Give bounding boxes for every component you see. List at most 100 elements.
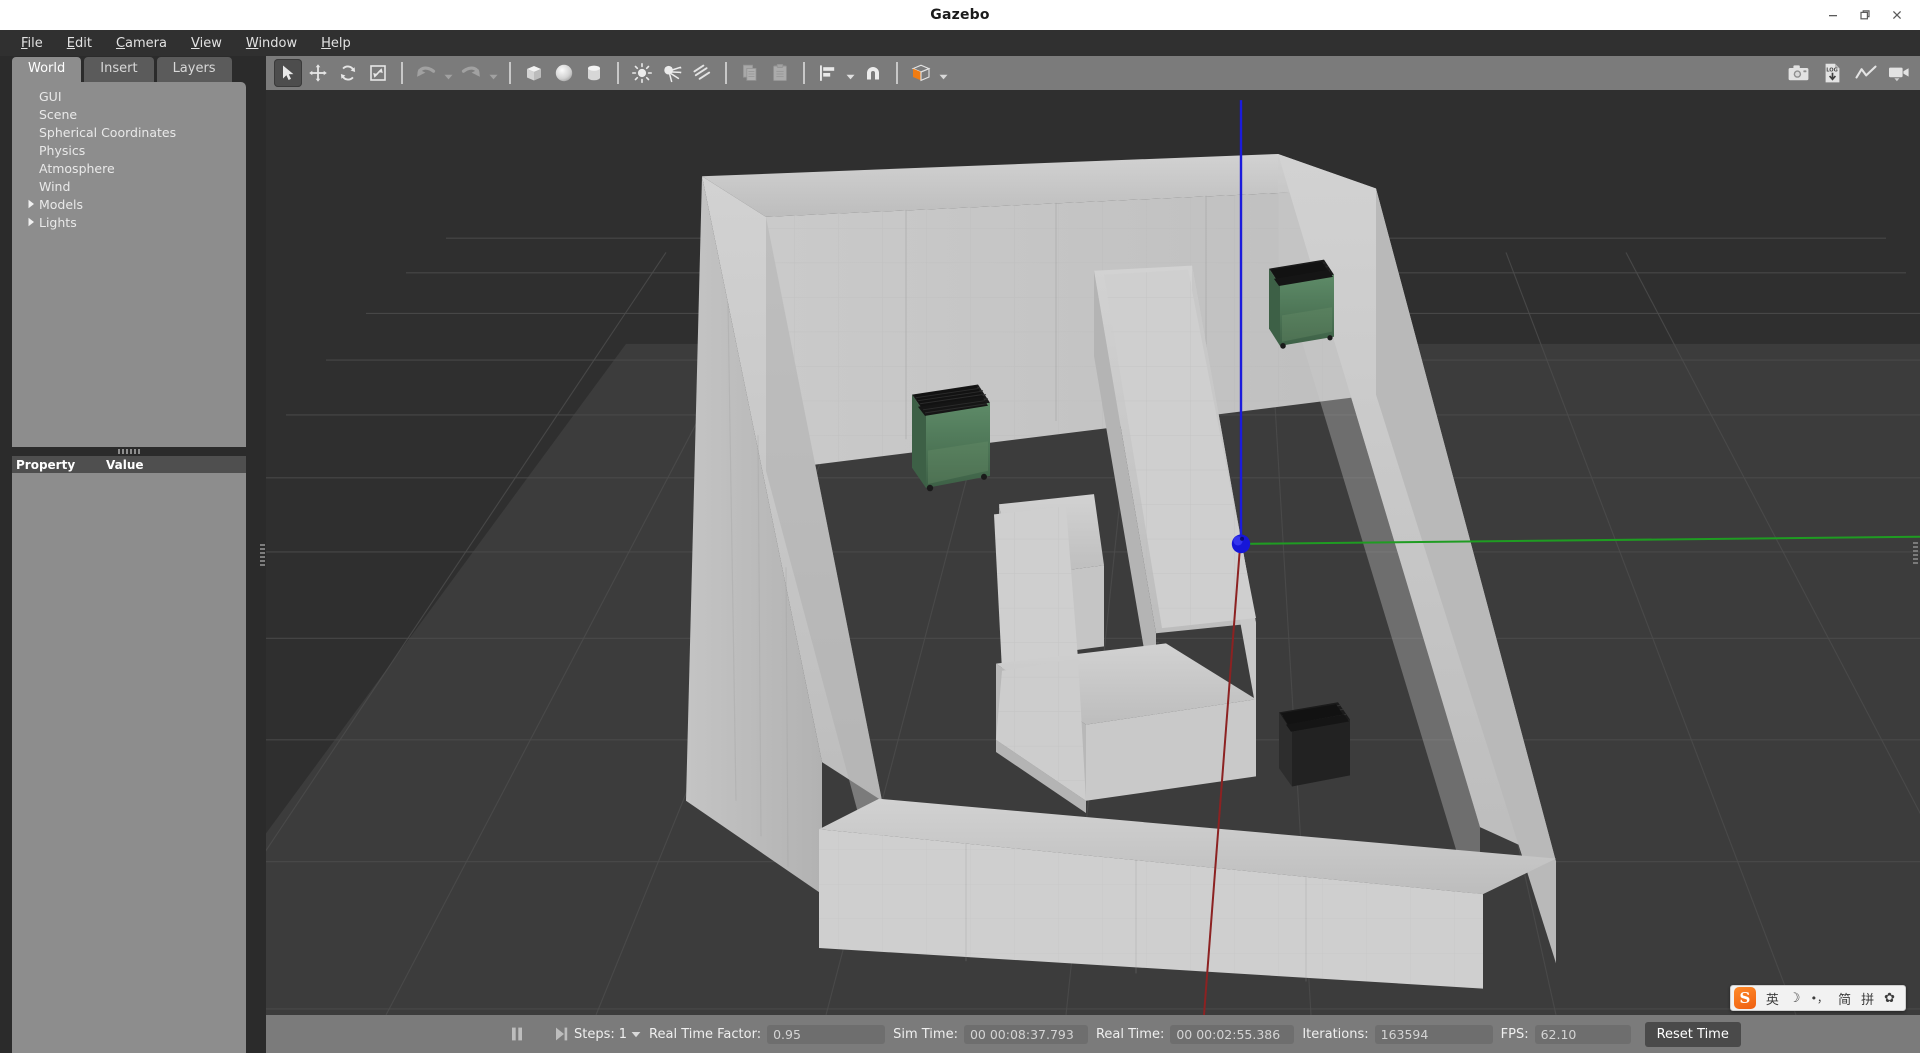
panel-horizontal-splitter[interactable] — [12, 447, 246, 456]
menu-file[interactable]: File — [9, 33, 55, 54]
render-area: LOG Steps: 1 Real Time Factor: 0.95 Sim … — [266, 56, 1920, 1053]
menu-file-rest: ile — [27, 35, 43, 51]
step-forward-button[interactable] — [548, 1021, 574, 1047]
select-mode-button[interactable] — [274, 59, 302, 87]
tree-item-physics[interactable]: Physics — [12, 141, 246, 159]
tree-item-models[interactable]: Models — [12, 195, 246, 213]
tree-item-label: GUI — [39, 88, 62, 104]
ime-moon-icon[interactable]: ☽ — [1789, 991, 1801, 1006]
menu-view[interactable]: View — [179, 33, 234, 54]
insert-spot-light-button[interactable] — [658, 59, 686, 87]
property-column-header: Property — [16, 457, 76, 472]
splitter-grip-icon — [118, 449, 140, 454]
screenshot-button[interactable] — [1784, 59, 1812, 87]
copy-button[interactable] — [736, 59, 764, 87]
menu-help[interactable]: Help — [309, 33, 363, 54]
tab-insert[interactable]: Insert — [84, 56, 154, 82]
scale-mode-button[interactable] — [364, 59, 392, 87]
steps-control[interactable]: Steps: 1 — [574, 1027, 641, 1042]
menu-help-rest: elp — [330, 35, 351, 51]
pause-button[interactable] — [504, 1021, 530, 1047]
tree-item-scene[interactable]: Scene — [12, 105, 246, 123]
menu-camera-rest: amera — [125, 35, 167, 51]
plot-button[interactable] — [1852, 59, 1880, 87]
ime-toolbar: S 英 ☽ •， 简 拼 ✿ — [1729, 985, 1906, 1011]
toolbar-separator — [896, 62, 898, 84]
ime-punctuation-toggle[interactable]: •， — [1811, 990, 1829, 1006]
toolbar-separator — [401, 62, 403, 84]
panel-tab-row: World Insert Layers — [0, 56, 258, 82]
undo-button[interactable] — [412, 59, 440, 87]
dumpster-3 — [1279, 702, 1350, 787]
iterations-value: 163594 — [1374, 1024, 1493, 1044]
menu-camera[interactable]: Camera — [104, 33, 179, 54]
paste-button[interactable] — [766, 59, 794, 87]
tree-item-gui[interactable]: GUI — [12, 87, 246, 105]
window-controls — [1818, 0, 1912, 30]
redo-history-dropdown[interactable] — [487, 59, 500, 87]
sogou-logo-icon[interactable]: S — [1733, 987, 1756, 1009]
minimize-button[interactable] — [1818, 2, 1848, 28]
undo-history-dropdown[interactable] — [442, 59, 455, 87]
fps-label: FPS: — [1500, 1026, 1529, 1042]
maximize-button[interactable] — [1850, 2, 1880, 28]
insert-cylinder-button[interactable] — [580, 59, 608, 87]
tree-item-label: Wind — [39, 178, 71, 194]
tree-item-label: Atmosphere — [39, 160, 115, 176]
align-button[interactable] — [814, 59, 842, 87]
title-bar: Gazebo — [0, 0, 1920, 30]
ime-pinyin-toggle[interactable]: 拼 — [1861, 989, 1874, 1008]
toolbar-separator — [509, 62, 511, 84]
translate-mode-button[interactable] — [304, 59, 332, 87]
align-dropdown[interactable] — [844, 59, 857, 87]
video-record-button[interactable] — [1886, 59, 1914, 87]
splitter-grip-icon — [259, 543, 265, 566]
world-tree: GUI Scene Spherical Coordinates Physics … — [12, 82, 246, 447]
chevron-down-icon[interactable] — [631, 1031, 641, 1038]
ime-language-toggle[interactable]: 英 — [1766, 989, 1779, 1008]
snap-button[interactable] — [859, 59, 887, 87]
insert-box-button[interactable] — [520, 59, 548, 87]
log-record-button[interactable]: LOG — [1818, 59, 1846, 87]
tree-item-lights[interactable]: Lights — [12, 213, 246, 231]
scene-toolbar: LOG — [266, 56, 1920, 90]
iterations-label: Iterations: — [1302, 1026, 1369, 1042]
insert-directional-light-button[interactable] — [688, 59, 716, 87]
ime-settings-icon[interactable]: ✿ — [1884, 991, 1895, 1006]
close-button[interactable] — [1882, 2, 1912, 28]
steps-value: 1 — [618, 1026, 628, 1042]
menu-window[interactable]: Window — [234, 33, 309, 54]
ime-simplified-toggle[interactable]: 简 — [1838, 989, 1851, 1008]
toolbar-separator — [725, 62, 727, 84]
tree-item-label: Physics — [39, 142, 86, 158]
insert-point-light-button[interactable] — [628, 59, 656, 87]
tree-item-wind[interactable]: Wind — [12, 177, 246, 195]
tab-world[interactable]: World — [12, 56, 82, 82]
menu-edit[interactable]: Edit — [55, 33, 104, 54]
chevron-right-icon[interactable] — [24, 215, 38, 229]
tree-item-spherical-coordinates[interactable]: Spherical Coordinates — [12, 123, 246, 141]
property-table: Property Value — [12, 456, 246, 1053]
rotate-mode-button[interactable] — [334, 59, 362, 87]
view-angle-button[interactable] — [907, 59, 935, 87]
tree-item-label: Scene — [39, 106, 78, 122]
menu-window-rest: indow — [258, 35, 298, 51]
view-angle-dropdown[interactable] — [937, 59, 950, 87]
redo-button[interactable] — [457, 59, 485, 87]
3d-viewport[interactable] — [266, 90, 1920, 1015]
chevron-right-icon[interactable] — [24, 197, 38, 211]
tab-layers[interactable]: Layers — [156, 56, 232, 82]
real-time-label: Real Time: — [1095, 1026, 1165, 1042]
sim-time-label: Sim Time: — [893, 1026, 958, 1042]
menu-bar: File Edit Camera View Window Help — [0, 30, 1920, 56]
main-vertical-splitter[interactable] — [258, 56, 266, 1053]
dumpster-1 — [912, 384, 990, 492]
tree-item-label: Models — [39, 196, 84, 212]
menu-edit-rest: dit — [75, 35, 92, 51]
tree-item-atmosphere[interactable]: Atmosphere — [12, 159, 246, 177]
reset-time-button[interactable]: Reset Time — [1644, 1021, 1741, 1047]
tree-item-label: Lights — [39, 214, 77, 230]
insert-sphere-button[interactable] — [550, 59, 578, 87]
scene-render — [266, 90, 1920, 1015]
viewport-resize-grip[interactable] — [1913, 541, 1918, 564]
